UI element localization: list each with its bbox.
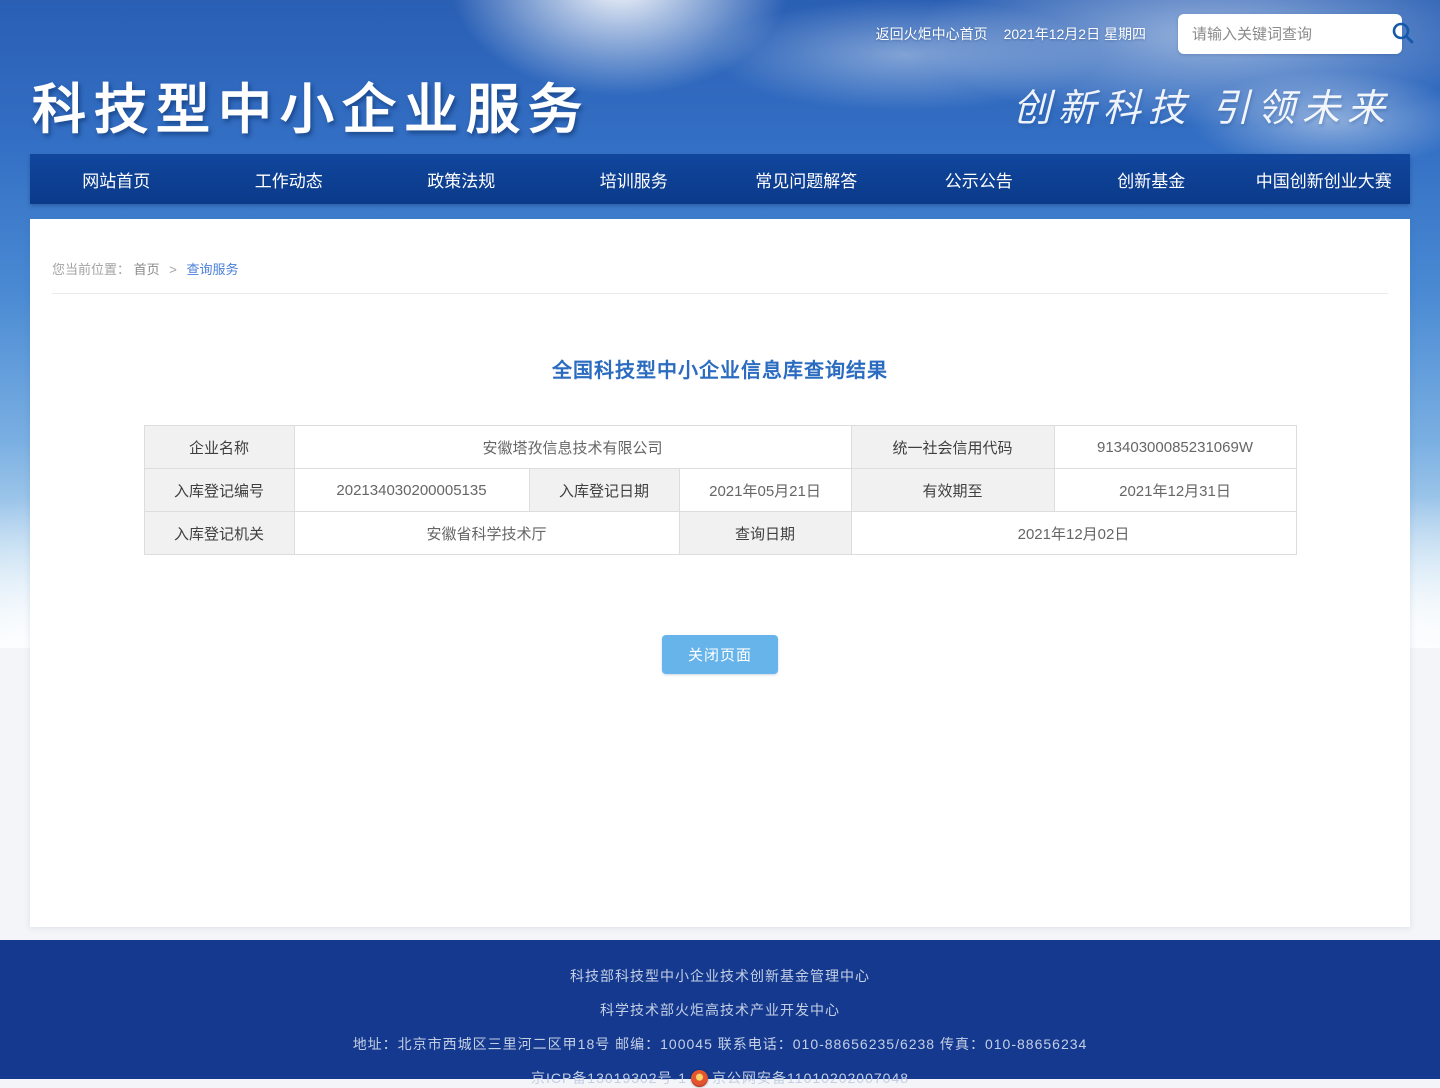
- keyword-search-box: [1178, 14, 1402, 54]
- current-date: 2021年12月2日 星期四: [1004, 24, 1146, 44]
- search-button[interactable]: [1391, 20, 1415, 48]
- nav-item-innovation-contest[interactable]: 中国创新创业大赛: [1238, 154, 1411, 204]
- breadcrumb-home-link[interactable]: 首页: [134, 262, 160, 277]
- reg-date-value: 2021年05月21日: [679, 469, 851, 512]
- result-table: 企业名称 安徽塔孜信息技术有限公司 统一社会信用代码 9134030008523…: [144, 425, 1297, 555]
- breadcrumb-prefix: 您当前位置：: [52, 262, 130, 277]
- valid-until-label: 有效期至: [851, 469, 1054, 512]
- breadcrumb-divider: [52, 293, 1388, 294]
- breadcrumb-current-link[interactable]: 查询服务: [187, 262, 239, 277]
- search-icon: [1391, 21, 1415, 48]
- icp-record-link[interactable]: 京ICP备13019302号-1: [531, 1068, 687, 1088]
- top-utility-bar: 返回火炬中心首页 2021年12月2日 星期四: [0, 0, 1440, 54]
- company-name-value: 安徽塔孜信息技术有限公司: [294, 426, 851, 469]
- nav-item-announcements[interactable]: 公示公告: [893, 154, 1066, 204]
- police-record-link[interactable]: 京公网安备11010202007048: [712, 1068, 909, 1088]
- site-title: 科技型中小企业服务: [32, 65, 590, 144]
- reg-authority-value: 安徽省科学技术厅: [294, 512, 679, 555]
- site-slogan: 创新科技 引领未来: [1013, 77, 1392, 132]
- button-row: 关闭页面: [52, 635, 1388, 674]
- reg-number-value: 202134030200005135: [294, 469, 529, 512]
- query-date-value: 2021年12月02日: [851, 512, 1296, 555]
- credit-code-value: 91340300085231069W: [1054, 426, 1296, 469]
- close-page-button[interactable]: 关闭页面: [662, 635, 778, 674]
- company-name-label: 企业名称: [144, 426, 294, 469]
- footer-org-line1: 科技部科技型中小企业技术创新基金管理中心: [0, 966, 1440, 986]
- breadcrumb: 您当前位置： 首页 > 查询服务: [52, 219, 1388, 278]
- nav-item-innovation-fund[interactable]: 创新基金: [1065, 154, 1238, 204]
- result-page-title: 全国科技型中小企业信息库查询结果: [52, 354, 1388, 383]
- main-navigation: 网站首页 工作动态 政策法规 培训服务 常见问题解答 公示公告 创新基金 中国创…: [30, 154, 1410, 204]
- nav-item-faq[interactable]: 常见问题解答: [720, 154, 893, 204]
- torch-center-home-link[interactable]: 返回火炬中心首页: [876, 24, 988, 44]
- footer-contact-line: 地址：北京市西城区三里河二区甲18号 邮编：100045 联系电话：010-88…: [0, 1034, 1440, 1054]
- search-input[interactable]: [1192, 26, 1391, 43]
- reg-number-label: 入库登记编号: [144, 469, 294, 512]
- credit-code-label: 统一社会信用代码: [851, 426, 1054, 469]
- page-footer: 科技部科技型中小企业技术创新基金管理中心 科学技术部火炬高技术产业开发中心 地址…: [0, 940, 1440, 1079]
- breadcrumb-separator: >: [169, 262, 177, 277]
- valid-until-value: 2021年12月31日: [1054, 469, 1296, 512]
- nav-item-home[interactable]: 网站首页: [30, 154, 203, 204]
- table-row: 企业名称 安徽塔孜信息技术有限公司 统一社会信用代码 9134030008523…: [144, 426, 1296, 469]
- nav-item-work-news[interactable]: 工作动态: [203, 154, 376, 204]
- reg-authority-label: 入库登记机关: [144, 512, 294, 555]
- content-panel: 您当前位置： 首页 > 查询服务 全国科技型中小企业信息库查询结果 企业名称 安…: [30, 219, 1410, 927]
- nav-item-training[interactable]: 培训服务: [548, 154, 721, 204]
- nav-item-policies[interactable]: 政策法规: [375, 154, 548, 204]
- table-row: 入库登记机关 安徽省科学技术厅 查询日期 2021年12月02日: [144, 512, 1296, 555]
- footer-org-line2: 科学技术部火炬高技术产业开发中心: [0, 1000, 1440, 1020]
- brand-row: 科技型中小企业服务 创新科技 引领未来: [0, 54, 1440, 154]
- table-row: 入库登记编号 202134030200005135 入库登记日期 2021年05…: [144, 469, 1296, 512]
- query-date-label: 查询日期: [679, 512, 851, 555]
- footer-record-line: 京ICP备13019302号-1 京公网安备11010202007048: [0, 1068, 1440, 1088]
- police-badge-icon: [691, 1070, 708, 1087]
- reg-date-label: 入库登记日期: [529, 469, 679, 512]
